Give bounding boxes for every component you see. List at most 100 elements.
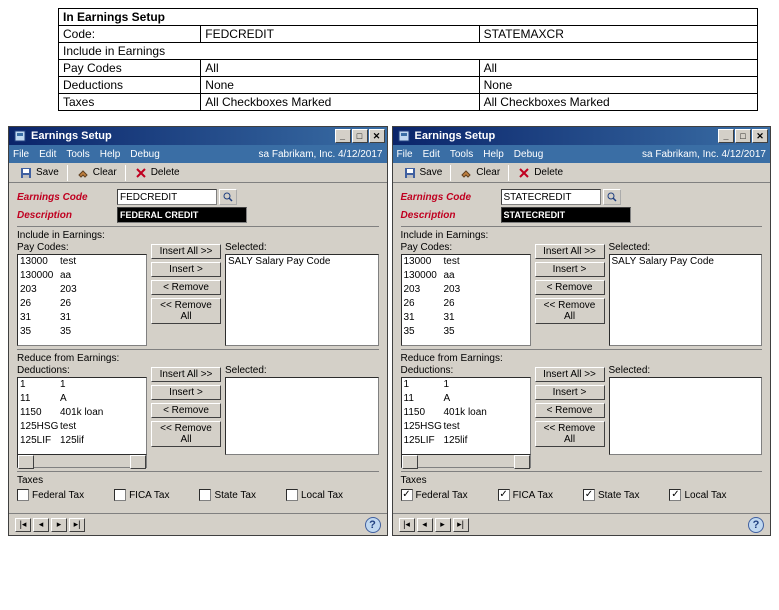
hscroll[interactable] [17,454,147,468]
clear-button[interactable]: Clear [70,165,123,181]
list-item[interactable]: 11 [18,378,146,392]
list-item[interactable]: 125LIF125lif [402,434,530,448]
local-tax-checkbox[interactable]: Local Tax [286,489,343,501]
insert-all-button[interactable]: Insert All >> [535,244,605,259]
nav-next[interactable]: ▸ [435,518,451,532]
insert-button-2[interactable]: Insert > [151,385,221,400]
insert-all-button-2[interactable]: Insert All >> [535,367,605,382]
titlebar[interactable]: Earnings Setup _ □ ✕ [9,127,387,145]
help-icon[interactable]: ? [365,517,381,533]
list-item[interactable]: 2626 [402,297,530,311]
selected-deductions-listbox[interactable] [225,377,379,455]
earnings-code-input[interactable] [117,189,217,205]
minimize-button[interactable]: _ [718,129,734,143]
remove-button-2[interactable]: < Remove [151,403,221,418]
deductions-listbox[interactable]: 1111A1150401k loan125HSGtest125LIF125lif [17,377,147,455]
selected-paycodes-listbox[interactable]: SALY Salary Pay Code [225,254,379,346]
insert-all-button[interactable]: Insert All >> [151,244,221,259]
menu-tools[interactable]: Tools [450,149,473,160]
delete-button[interactable]: Delete [128,165,186,181]
help-icon[interactable]: ? [748,517,764,533]
list-item[interactable]: 13000test [18,255,146,269]
earnings-code-label: Earnings Code [17,192,117,203]
close-button[interactable]: ✕ [752,129,768,143]
list-item[interactable]: 1150401k loan [18,406,146,420]
nav-first[interactable]: |◂ [15,518,31,532]
paycodes-label: Pay Codes: [401,242,531,253]
description-input[interactable] [117,207,247,223]
deductions-listbox[interactable]: 1111A1150401k loan125HSGtest125LIF125lif [401,377,531,455]
list-item[interactable]: 11A [402,392,530,406]
nav-last[interactable]: ▸| [69,518,85,532]
nav-first[interactable]: |◂ [399,518,415,532]
local-tax-checkbox[interactable]: ✓Local Tax [669,489,726,501]
paycodes-listbox[interactable]: 13000test130000aa203203262631313535 [17,254,147,346]
list-item[interactable]: 3131 [402,311,530,325]
maximize-button[interactable]: □ [352,129,368,143]
menu-status: sa Fabrikam, Inc. 4/12/2017 [642,149,766,160]
deductions-label: Deductions: [17,365,147,376]
list-item[interactable]: 13000test [402,255,530,269]
list-item[interactable]: 3131 [18,311,146,325]
list-item[interactable]: 2626 [18,297,146,311]
insert-button[interactable]: Insert > [535,262,605,277]
list-item[interactable]: 11 [402,378,530,392]
federal-tax-checkbox[interactable]: ✓Federal Tax [401,489,468,501]
save-button[interactable]: Save [13,165,65,181]
fica-tax-checkbox[interactable]: ✓FICA Tax [498,489,553,501]
list-item[interactable]: 1150401k loan [402,406,530,420]
fica-tax-checkbox[interactable]: FICA Tax [114,489,169,501]
list-item[interactable]: 130000aa [18,269,146,283]
nav-prev[interactable]: ◂ [33,518,49,532]
remove-all-button-2[interactable]: << Remove All [151,421,221,447]
list-item[interactable]: 3535 [402,325,530,339]
menu-debug[interactable]: Debug [130,149,159,160]
menu-file[interactable]: File [397,149,413,160]
list-item[interactable]: 125HSGtest [18,420,146,434]
list-item[interactable]: 203203 [18,283,146,297]
minimize-button[interactable]: _ [335,129,351,143]
lookup-button[interactable] [603,189,621,205]
list-item[interactable]: 203203 [402,283,530,297]
save-button[interactable]: Save [397,165,449,181]
list-item[interactable]: 130000aa [402,269,530,283]
close-button[interactable]: ✕ [369,129,385,143]
list-item[interactable]: 3535 [18,325,146,339]
state-tax-checkbox[interactable]: State Tax [199,489,256,501]
list-item[interactable]: 11A [18,392,146,406]
menu-debug[interactable]: Debug [514,149,543,160]
remove-button-2[interactable]: < Remove [535,403,605,418]
list-item[interactable]: 125HSGtest [402,420,530,434]
description-input[interactable] [501,207,631,223]
nav-next[interactable]: ▸ [51,518,67,532]
delete-button[interactable]: Delete [511,165,569,181]
clear-button[interactable]: Clear [453,165,506,181]
menu-help[interactable]: Help [100,149,121,160]
lookup-button[interactable] [219,189,237,205]
selected-paycodes-listbox[interactable]: SALY Salary Pay Code [609,254,763,346]
nav-prev[interactable]: ◂ [417,518,433,532]
menu-edit[interactable]: Edit [39,149,56,160]
selected-deductions-listbox[interactable] [609,377,763,455]
menu-tools[interactable]: Tools [66,149,89,160]
hscroll[interactable] [401,454,531,468]
remove-button[interactable]: < Remove [535,280,605,295]
insert-button-2[interactable]: Insert > [535,385,605,400]
remove-all-button-2[interactable]: << Remove All [535,421,605,447]
paycodes-listbox[interactable]: 13000test130000aa203203262631313535 [401,254,531,346]
insert-all-button-2[interactable]: Insert All >> [151,367,221,382]
state-tax-checkbox[interactable]: ✓State Tax [583,489,640,501]
earnings-code-input[interactable] [501,189,601,205]
remove-button[interactable]: < Remove [151,280,221,295]
federal-tax-checkbox[interactable]: Federal Tax [17,489,84,501]
remove-all-button[interactable]: << Remove All [535,298,605,324]
menu-edit[interactable]: Edit [423,149,440,160]
list-item[interactable]: 125LIF125lif [18,434,146,448]
remove-all-button[interactable]: << Remove All [151,298,221,324]
maximize-button[interactable]: □ [735,129,751,143]
menu-file[interactable]: File [13,149,29,160]
titlebar[interactable]: Earnings Setup _ □ ✕ [393,127,771,145]
nav-last[interactable]: ▸| [453,518,469,532]
menu-help[interactable]: Help [483,149,504,160]
insert-button[interactable]: Insert > [151,262,221,277]
